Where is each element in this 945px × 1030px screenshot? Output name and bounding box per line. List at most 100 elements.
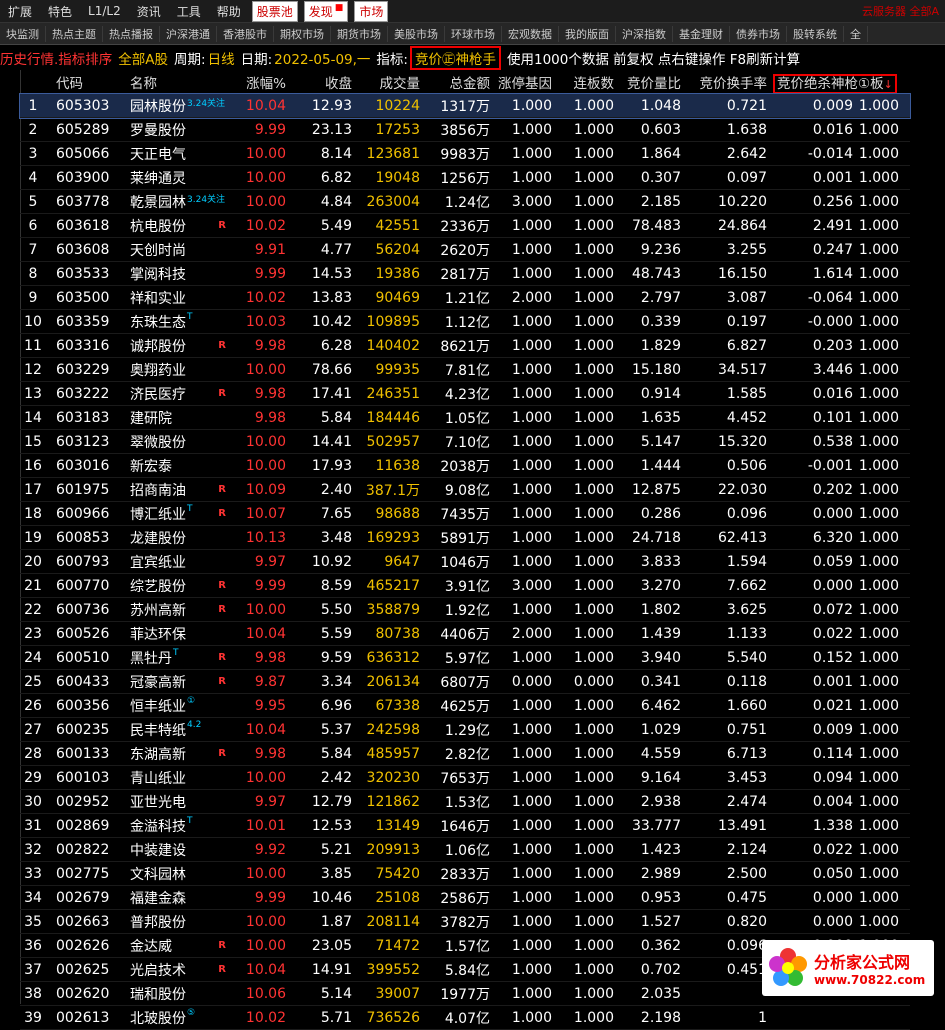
menu-right-text[interactable]: 云服务器 全部A	[862, 3, 945, 19]
table-row[interactable]: 1 605303 园林股份3.24关注 10.04 12.93 10224 1317万 1.0…	[19, 93, 911, 119]
change-pct-cell: 9.87	[254, 673, 286, 690]
menu-item-5[interactable]: 帮助	[209, 3, 249, 20]
col-header-auction-ratio[interactable]: 竞价量比	[614, 72, 681, 92]
table-row[interactable]: 13 603222 济民医疗 R 9.98 17.41 246351 4.23亿 1.000 1.…	[20, 382, 910, 406]
table-row[interactable]: 18 600966 博汇纸业T R 10.07 7.65 98688 7435万 1.000 1.…	[20, 502, 910, 526]
auction-kill-value-cell: 0.247	[812, 241, 853, 258]
table-row[interactable]: 34 002679 福建金森 9.99 10.46 25108 2586万 1.000 1.00…	[20, 886, 910, 910]
consecutive-boards-cell: 1.000	[573, 169, 614, 186]
module-tab[interactable]: 沪深指数	[616, 25, 673, 42]
col-header-amount[interactable]: 总金额	[420, 72, 491, 92]
module-tab[interactable]: 热点主题	[46, 25, 103, 42]
auction-turnover-cell: 0.506	[726, 457, 767, 474]
table-row[interactable]: 16 603016 新宏泰 10.00 17.93 11638 2038万 1.000 1.00…	[20, 454, 910, 478]
extra-value-cell: 1.000	[858, 601, 899, 618]
auction-turnover-cell: 0.820	[726, 913, 767, 930]
table-row[interactable]: 17 601975 招商南油 R 10.09 2.40 387.1万 9.08亿 1.000 1.…	[20, 478, 910, 502]
table-row[interactable]: 3 605066 天正电气 10.00 8.14 123681 9983万 1.000 1.00…	[20, 142, 910, 166]
row-index-cell: 29	[24, 769, 42, 786]
table-row[interactable]: 25 600433 冠豪高新 R 9.87 3.34 206134 6807万 0.000 0.0…	[20, 670, 910, 694]
table-row[interactable]: 24 600510 黑牡丹T R 9.98 9.59 636312 5.97亿 1.000 1.0…	[20, 646, 910, 670]
auction-turnover-cell: 15.320	[718, 433, 767, 450]
table-row[interactable]: 10 603359 东珠生态T 10.03 10.42 109895 1.12亿 1.000 1…	[20, 310, 910, 334]
table-row[interactable]: 23 600526 菲达环保 10.04 5.59 80738 4406万 2.000 1.00…	[20, 622, 910, 646]
date-value[interactable]: 2022-05-09,一	[274, 48, 370, 68]
discover-button[interactable]: 发现 ■	[303, 0, 349, 22]
table-row[interactable]: 26 600356 恒丰纸业① 9.95 6.96 67338 4625万 1.000 1.00…	[20, 694, 910, 718]
table-row[interactable]: 15 603123 翠微股份 10.00 14.41 502957 7.10亿 1.000 1.…	[20, 430, 910, 454]
table-row[interactable]: 39 002613 北玻股份⑤ 10.02 5.71 736526 4.07亿 1.000 1.…	[20, 1006, 910, 1030]
menu-item-2[interactable]: L1/L2	[80, 4, 129, 18]
menu-item-3[interactable]: 资讯	[129, 3, 169, 20]
volume-cell: 123681	[366, 145, 420, 162]
table-row[interactable]: 35 002663 普邦股份 10.00 1.87 208114 3782万 1.000 1.0…	[20, 910, 910, 934]
module-tab[interactable]: 我的版面	[559, 25, 616, 42]
col-header-name[interactable]: 名称	[120, 72, 232, 92]
volume-cell: 71472	[375, 937, 420, 954]
close-price-cell: 10.42	[311, 313, 352, 330]
col-header-auction-turnover[interactable]: 竞价换手率	[681, 72, 768, 92]
menu-item-0[interactable]: 扩展	[0, 3, 40, 20]
stock-name-text: 诚邦股份	[130, 338, 186, 355]
module-tab[interactable]: 热点播报	[103, 25, 160, 42]
extra-value-cell: 1.000	[858, 121, 899, 138]
table-row[interactable]: 33 002775 文科园林 10.00 3.85 75420 2833万 1.000 1.00…	[20, 862, 910, 886]
auction-turnover-cell: 24.864	[718, 217, 767, 234]
volume-cell: 502957	[366, 433, 420, 450]
table-row[interactable]: 8 603533 掌阅科技 9.99 14.53 19386 2817万 1.000 1.000…	[20, 262, 910, 286]
amount-cell: 5.97亿	[444, 650, 490, 667]
col-header-volume[interactable]: 成交量	[352, 72, 421, 92]
col-header-close[interactable]: 收盘	[286, 72, 352, 92]
market-button[interactable]: 市场	[354, 0, 389, 22]
module-tab[interactable]: 美股市场	[388, 25, 445, 42]
change-pct-cell: 9.99	[254, 265, 286, 282]
table-row[interactable]: 2 605289 罗曼股份 9.99 23.13 17253 3856万 1.000 1.000…	[20, 118, 910, 142]
stock-pool-button[interactable]: 股票池	[251, 0, 298, 22]
col-header-code[interactable]: 代码	[46, 72, 120, 92]
menu-item-1[interactable]: 特色	[40, 3, 80, 20]
table-row[interactable]: 9 603500 祥和实业 10.02 13.83 90469 1.21亿 2.000 1.00…	[20, 286, 910, 310]
table-row[interactable]: 28 600133 东湖高新 R 9.98 5.84 485957 2.82亿 1.000 1.0…	[20, 742, 910, 766]
menu-item-4[interactable]: 工具	[169, 3, 209, 20]
module-tab[interactable]: 块监测	[0, 25, 46, 42]
col-header-consecutive[interactable]: 连板数	[552, 72, 615, 92]
consecutive-boards-cell: 1.000	[573, 337, 614, 354]
module-tab[interactable]: 香港股市	[217, 25, 274, 42]
stock-name-text: 招商南油	[130, 482, 186, 499]
period-value[interactable]: 日线	[208, 48, 235, 68]
table-row[interactable]: 30 002952 亚世光电 9.97 12.79 121862 1.53亿 1.000 1.0…	[20, 790, 910, 814]
module-tab[interactable]: 债券市场	[730, 25, 787, 42]
table-row[interactable]: 32 002822 中装建设 9.92 5.21 209913 1.06亿 1.000 1.00…	[20, 838, 910, 862]
module-tab[interactable]: 环球市场	[445, 25, 502, 42]
module-tab[interactable]: 全	[844, 25, 868, 42]
table-row[interactable]: 11 603316 诚邦股份 R 9.98 6.28 140402 8621万 1.000 1.0…	[20, 334, 910, 358]
col-header-limit-gene[interactable]: 涨停基因	[490, 72, 552, 92]
col-header-sort-indicator[interactable]: 竞价绝杀神枪①板↓	[767, 72, 897, 94]
amount-cell: 1.21亿	[444, 290, 490, 307]
module-tab[interactable]: 期权市场	[274, 25, 331, 42]
table-row[interactable]: 20 600793 宜宾纸业 9.97 10.92 9647 1046万 1.000 1.000…	[20, 550, 910, 574]
table-row[interactable]: 14 603183 建研院 9.98 5.84 184446 1.05亿 1.000 1.000…	[20, 406, 910, 430]
amount-cell: 9.08亿	[444, 482, 490, 499]
module-tab[interactable]: 股转系统	[787, 25, 844, 42]
module-tab[interactable]: 期货市场	[331, 25, 388, 42]
table-row[interactable]: 21 600770 综艺股份 R 9.99 8.59 465217 3.91亿 3.000 1.0…	[20, 574, 910, 598]
table-row[interactable]: 27 600235 民丰特纸4.2 10.04 5.37 242598 1.29亿 1.000…	[20, 718, 910, 742]
table-row[interactable]: 22 600736 苏州高新 R 10.00 5.50 358879 1.92亿 1.000 1.…	[20, 598, 910, 622]
table-row[interactable]: 4 603900 莱绅通灵 10.00 6.82 19048 1256万 1.000 1.000…	[20, 166, 910, 190]
module-tab[interactable]: 沪深港通	[160, 25, 217, 42]
market-filter[interactable]: 全部A股	[118, 48, 168, 68]
table-row[interactable]: 5 603778 乾景园林3.24关注 10.00 4.84 263004 1.24亿 3.0…	[20, 190, 910, 214]
table-row[interactable]: 19 600853 龙建股份 10.13 3.48 169293 5891万 1.000 1.0…	[20, 526, 910, 550]
indicator-value[interactable]: 竞价㊣神枪手	[409, 45, 501, 70]
table-row[interactable]: 12 603229 奥翔药业 10.00 78.66 99935 7.81亿 1.000 1.0…	[20, 358, 910, 382]
col-header-change[interactable]: 涨幅%	[232, 72, 286, 92]
limit-gene-cell: 1.000	[511, 409, 552, 426]
module-tab[interactable]: 基金理财	[673, 25, 730, 42]
module-tab[interactable]: 宏观数据	[502, 25, 559, 42]
table-row[interactable]: 29 600103 青山纸业 10.00 2.42 320230 7653万 1.000 1.0…	[20, 766, 910, 790]
auction-ratio-cell: 0.341	[640, 673, 681, 690]
table-row[interactable]: 6 603618 杭电股份 R 10.02 5.49 42551 2336万 1.000 1.00…	[20, 214, 910, 238]
table-row[interactable]: 7 603608 天创时尚 9.91 4.77 56204 2620万 1.000 1.000 9…	[20, 238, 910, 262]
table-row[interactable]: 31 002869 金溢科技T 10.01 12.53 13149 1646万 1.000 1.…	[20, 814, 910, 838]
